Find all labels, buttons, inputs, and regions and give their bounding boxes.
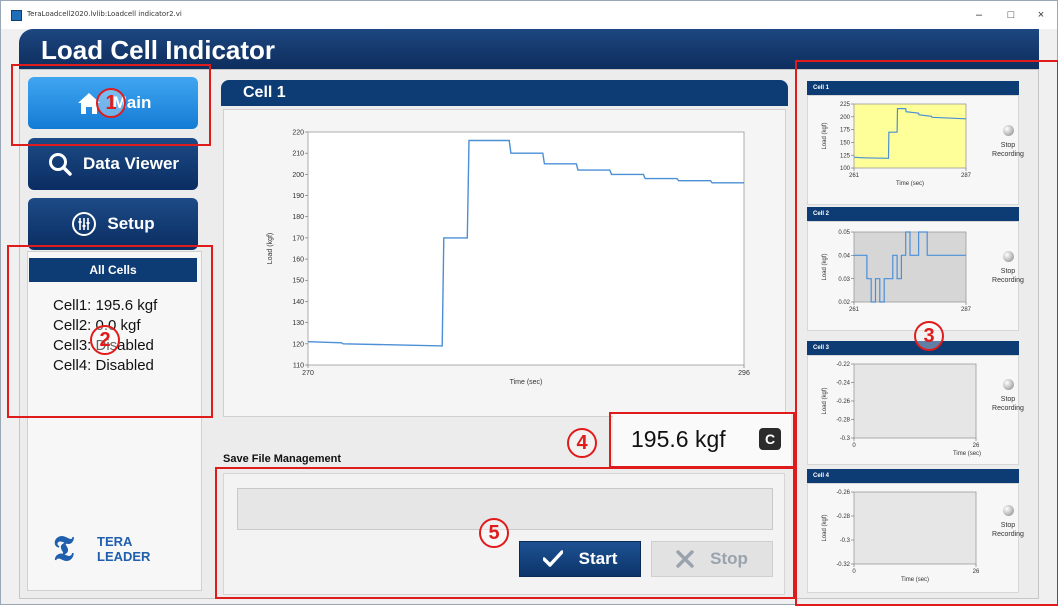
plot-area (307, 131, 745, 366)
y-tick-label: 160 (292, 257, 304, 264)
nav-setup-label: Setup (107, 214, 155, 233)
app-title: Load Cell Indicator (41, 35, 276, 65)
y-tick-label: 220 (292, 129, 304, 136)
y-tick-label: 180 (292, 214, 304, 221)
close-button[interactable]: × (1027, 6, 1055, 24)
annotation-number-3: 3 (914, 321, 944, 351)
nav-setup-button[interactable]: Setup (28, 198, 198, 250)
logo-mark-icon: 𝕿 (53, 529, 74, 569)
nav-data-viewer-label: Data Viewer (82, 154, 180, 173)
logo-text-line2: LEADER (97, 549, 151, 564)
y-tick-label: 140 (292, 299, 304, 306)
logo-text-line1: TERA (97, 534, 133, 549)
y-tick-label: 170 (292, 235, 304, 242)
y-tick-label: 210 (292, 151, 304, 158)
save-file-label: Save File Management (223, 453, 341, 465)
x-axis-label: Time (sec) (510, 379, 543, 386)
x-tick-label: 270 (302, 370, 314, 377)
main-chart-panel: 110 120 130 140 150 160 170 180 190 200 210 220 270 2… (223, 109, 786, 417)
y-tick-label: 120 (292, 341, 304, 348)
maximize-button[interactable]: □ (997, 6, 1025, 24)
title-bar: TeraLoadcell2020.lvlib:Loadcell indicato… (1, 1, 1057, 29)
y-tick-label: 150 (292, 278, 304, 285)
y-tick-label: 190 (292, 193, 304, 200)
y-tick-label: 130 (292, 320, 304, 327)
app-window: TeraLoadcell2020.lvlib:Loadcell indicato… (0, 0, 1058, 606)
annotation-number-1: 1 (96, 88, 126, 118)
main-chart: 110 120 130 140 150 160 170 180 190 200 210 220 270 2… (267, 129, 750, 386)
y-axis-label: Load (kgf) (267, 233, 274, 265)
tera-leader-logo: 𝕿 TERA LEADER (53, 529, 173, 569)
minimize-button[interactable]: – (965, 6, 993, 24)
window-title: TeraLoadcell2020.lvlib:Loadcell indicato… (27, 10, 182, 18)
labview-app-icon (11, 10, 22, 21)
annotation-number-5: 5 (479, 518, 509, 548)
y-tick-label: 110 (293, 362, 304, 369)
y-tick-label: 200 (292, 172, 304, 179)
annotation-number-2: 2 (90, 325, 120, 355)
annotation-number-4: 4 (567, 428, 597, 458)
cell-panel-title: Cell 1 (221, 80, 788, 106)
sliders-icon (72, 212, 97, 236)
x-tick-label: 296 (738, 370, 750, 377)
annotation-box-4 (609, 412, 795, 468)
search-icon (48, 153, 72, 176)
